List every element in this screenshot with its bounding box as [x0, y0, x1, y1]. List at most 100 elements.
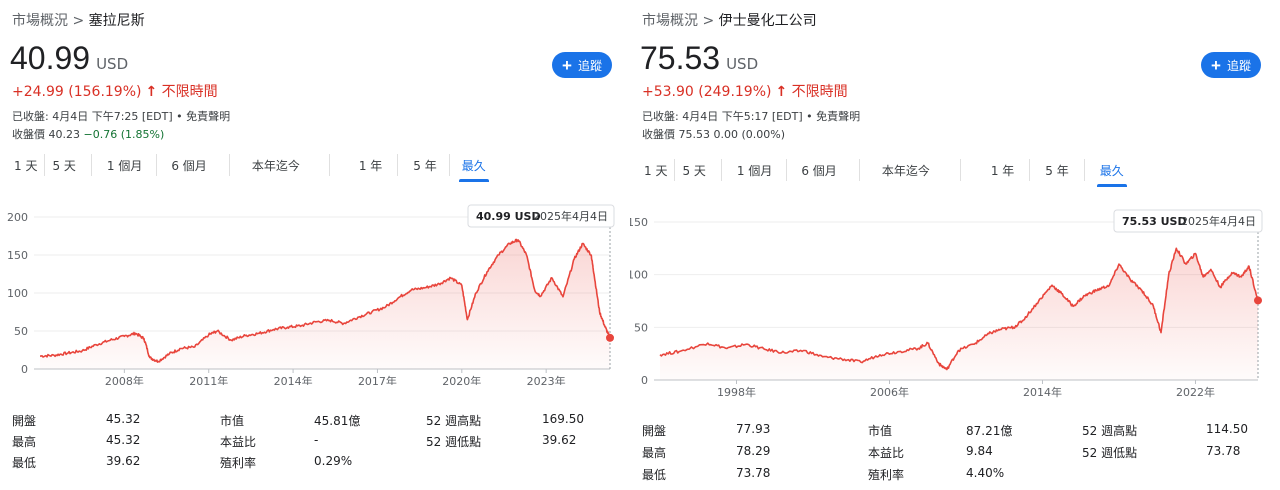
- price-tooltip: 40.99 USD2025年4月4日: [467, 204, 615, 228]
- tooltip-date: 2025年4月4日: [533, 209, 608, 223]
- y-tick-label: 50: [14, 325, 28, 338]
- range-tabs: 1 天 5 天 1 個月 6 個月 本年迄今 1 年 5 年 最久: [644, 159, 1127, 187]
- change-period: 不限時間: [791, 84, 848, 100]
- tab-range-3[interactable]: 6 個月: [171, 155, 206, 176]
- price-change: +53.90 (249.19%) ↑ 不限時間: [642, 81, 848, 101]
- x-tick-label: 2014年: [1023, 385, 1062, 399]
- closing-info: 已收盤: 4月4日 下午5:17 [EDT] • 免責聲明: [642, 110, 861, 123]
- price-chart[interactable]: 0 50 100 150 200 2008年 2011年 2014年 2017年 2020年 202…: [0, 195, 620, 385]
- tab-range-2[interactable]: 1 個月: [107, 155, 142, 176]
- tab-separator: [1083, 159, 1085, 181]
- tab-separator: [959, 159, 961, 181]
- x-tick-label: 2017年: [358, 374, 397, 385]
- follow-label: 追蹤: [577, 58, 602, 73]
- post-close-info: 收盤價 75.53 0.00 (0.00%): [642, 126, 785, 142]
- y-tick-label: 50: [634, 321, 648, 334]
- tooltip-value: 40.99 USD: [476, 210, 541, 223]
- post-close-label: 收盤價 75.53: [642, 128, 710, 141]
- plus-icon: +: [562, 55, 572, 75]
- price-area: [40, 239, 610, 369]
- tab-range-1[interactable]: 5 天: [682, 160, 705, 181]
- tab-separator: [674, 159, 676, 181]
- stat-value: 73.78: [1206, 444, 1241, 458]
- stat-value: 39.62: [106, 454, 141, 468]
- tab-range-6[interactable]: 5 年: [413, 155, 436, 176]
- x-tick-label: 2011年: [189, 374, 228, 385]
- tab-range-5[interactable]: 1 年: [359, 155, 382, 176]
- x-tick-label: 2023年: [527, 374, 566, 385]
- tab-separator: [44, 154, 46, 176]
- last-price-dot: [606, 333, 614, 342]
- tab-range-4[interactable]: 本年迄今: [252, 155, 300, 176]
- tab-separator: [1029, 159, 1031, 181]
- currency: USD: [96, 55, 129, 73]
- breadcrumb: 市場概況 > 伊士曼化工公司: [642, 10, 817, 30]
- stat-label: 開盤: [642, 424, 667, 438]
- stat-label: 最高: [642, 446, 667, 460]
- follow-label: 追蹤: [1226, 58, 1251, 73]
- tab-range-0[interactable]: 1 天: [14, 155, 37, 176]
- y-tick-label: 100: [7, 287, 28, 300]
- tab-range-2[interactable]: 1 個月: [737, 160, 772, 181]
- price-chart[interactable]: 0 50 100 150 1998年 2006年 2014年 2022年 75.53 USD20…: [630, 200, 1270, 400]
- tab-separator: [397, 154, 399, 176]
- stat-label: 本益比: [220, 435, 257, 449]
- stat-value: 87.21億: [966, 424, 1013, 438]
- tab-range-0[interactable]: 1 天: [644, 160, 667, 181]
- tab-range-5[interactable]: 1 年: [991, 160, 1014, 181]
- arrow-up-icon: ↑: [775, 84, 788, 100]
- tab-separator: [786, 159, 788, 181]
- follow-button[interactable]: + 追蹤: [1201, 52, 1261, 78]
- price-row: 75.53 USD: [640, 40, 758, 77]
- stock-price: 40.99: [10, 40, 91, 76]
- stat-value: 0.29%: [314, 454, 353, 468]
- x-tick-label: 2014年: [274, 374, 313, 385]
- follow-button[interactable]: + 追蹤: [552, 52, 612, 78]
- tab-range-7[interactable]: 最久: [1096, 160, 1127, 187]
- tab-separator: [156, 154, 158, 176]
- tab-range-1[interactable]: 5 天: [52, 155, 75, 176]
- tab-range-6[interactable]: 5 年: [1045, 160, 1068, 181]
- price-change: +24.99 (156.19%) ↑ 不限時間: [12, 81, 218, 101]
- quote-panel-celanese: 市場概況 > 塞拉尼斯 40.99 USD +24.99 (156.19%) ↑ 不…: [0, 0, 620, 490]
- stat-label: 52 週高點: [426, 414, 482, 428]
- post-close-label: 收盤價 40.23: [12, 128, 80, 141]
- stat-value: 73.78: [736, 466, 771, 480]
- post-close-change: −0.76 (1.85%): [83, 128, 165, 141]
- stat-value: -: [314, 433, 319, 447]
- stat-value: 45.81億: [314, 414, 361, 428]
- stat-value: 4.40%: [966, 466, 1005, 480]
- tab-separator: [858, 159, 860, 181]
- plus-icon: +: [1211, 55, 1221, 75]
- currency: USD: [726, 55, 759, 73]
- quote-panel-eastman: 市場概況 > 伊士曼化工公司 75.53 USD +53.90 (249.19%)…: [630, 0, 1270, 490]
- stat-label: 52 週低點: [1082, 446, 1138, 460]
- tab-separator: [448, 154, 450, 176]
- tooltip-date: 2025年4月4日: [1181, 214, 1256, 228]
- stat-value: 45.32: [106, 433, 141, 447]
- post-close-info: 收盤價 40.23 −0.76 (1.85%): [12, 126, 164, 142]
- tab-separator: [90, 154, 92, 176]
- x-tick-label: 1998年: [717, 385, 756, 399]
- tab-range-3[interactable]: 6 個月: [801, 160, 836, 181]
- breadcrumb-separator: >: [72, 13, 85, 29]
- stat-label: 殖利率: [868, 468, 905, 482]
- tab-range-4[interactable]: 本年迄今: [882, 160, 930, 181]
- stat-label: 本益比: [868, 446, 905, 460]
- range-tabs: 1 天 5 天 1 個月 6 個月 本年迄今 1 年 5 年 最久: [14, 154, 489, 182]
- stat-label: 殖利率: [220, 456, 257, 470]
- closing-info: 已收盤: 4月4日 下午7:25 [EDT] • 免責聲明: [12, 110, 231, 123]
- breadcrumb-root[interactable]: 市場概況: [12, 13, 68, 29]
- price-area: [660, 248, 1258, 380]
- breadcrumb-current: 伊士曼化工公司: [718, 13, 817, 29]
- arrow-up-icon: ↑: [145, 84, 158, 100]
- stat-label: 開盤: [12, 414, 37, 428]
- tab-separator: [720, 159, 722, 181]
- breadcrumb-root[interactable]: 市場概況: [642, 13, 698, 29]
- tab-range-7[interactable]: 最久: [458, 155, 489, 182]
- stat-value: 45.32: [106, 412, 141, 426]
- y-tick-label: 0: [641, 374, 648, 387]
- x-tick-label: 2006年: [870, 385, 909, 399]
- change-period: 不限時間: [161, 84, 218, 100]
- tooltip-value: 75.53 USD: [1122, 215, 1187, 228]
